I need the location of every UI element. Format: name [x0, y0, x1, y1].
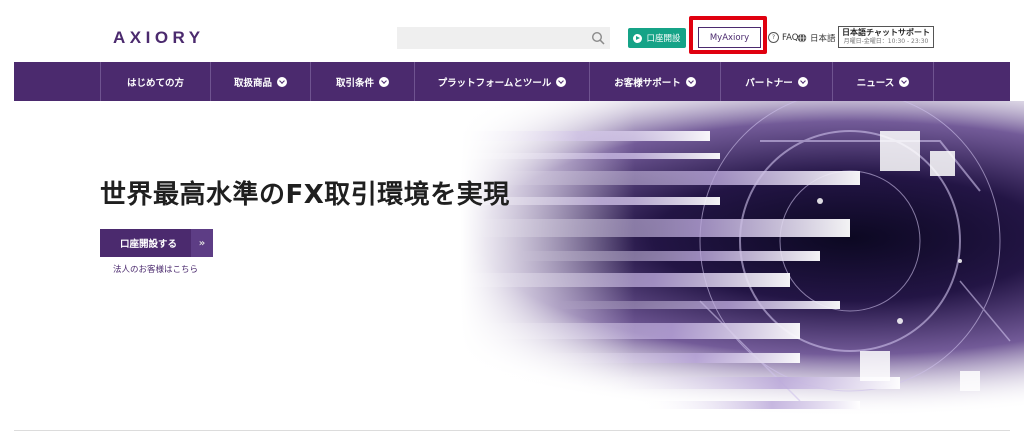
- nav-item-label: 取引条件: [335, 77, 374, 89]
- divider: [14, 430, 1010, 431]
- nav-items: はじめての方 取扱商品 取引条件 プラットフォームとツール お客様サポート パー…: [100, 62, 934, 101]
- hero-heading: 世界最高水準のFX取引環境を実現: [100, 180, 510, 210]
- chevron-down-icon: [379, 76, 389, 87]
- chevron-down-icon: [899, 76, 910, 87]
- main-nav: はじめての方 取扱商品 取引条件 プラットフォームとツール お客様サポート パー…: [14, 62, 1010, 101]
- nav-item-products[interactable]: 取扱商品: [210, 62, 310, 101]
- nav-item-news[interactable]: ニュース: [832, 62, 934, 101]
- nav-item-label: お客様サポート: [614, 77, 681, 89]
- chevron-down-icon: [556, 76, 567, 87]
- nav-item-label: パートナー: [745, 77, 793, 89]
- chat-support-title: 日本語チャットサポート: [842, 28, 930, 37]
- nav-item-beginners[interactable]: はじめての方: [100, 62, 210, 101]
- nav-item-support[interactable]: お客様サポート: [589, 62, 720, 101]
- hero-banner: 世界最高水準のFX取引環境を実現 口座開設する » 法人のお客様はこちら: [0, 101, 1024, 427]
- chevron-down-icon: [685, 76, 696, 87]
- search-input[interactable]: [397, 27, 610, 49]
- language-selector[interactable]: 日本語: [797, 32, 836, 44]
- open-account-label: 口座開設: [646, 34, 681, 44]
- nav-item-platforms[interactable]: プラットフォームとツール: [414, 62, 589, 101]
- site-header: AXIORY 口座開設 MyAxiory ? FAQ 日本語 日本語チャットサポ…: [0, 0, 1024, 62]
- nav-item-conditions[interactable]: 取引条件: [310, 62, 414, 101]
- nav-item-label: はじめての方: [126, 77, 184, 89]
- search-icon[interactable]: [591, 31, 605, 45]
- axiory-logo[interactable]: AXIORY: [113, 28, 205, 48]
- question-icon: ?: [768, 32, 779, 43]
- myaxiory-button[interactable]: MyAxiory: [698, 27, 761, 48]
- globe-icon: [797, 33, 807, 43]
- open-account-button[interactable]: 口座開設: [628, 28, 686, 48]
- chevron-down-icon: [797, 76, 808, 87]
- faq-label: FAQ: [782, 32, 799, 43]
- play-icon: [633, 33, 643, 43]
- chat-support-hours: 月曜日-金曜日：10:30 - 23:30: [843, 38, 929, 45]
- language-label: 日本語: [810, 34, 836, 44]
- chevron-down-icon: [277, 76, 287, 87]
- chat-support-button[interactable]: 日本語チャットサポート 月曜日-金曜日：10:30 - 23:30: [838, 26, 934, 48]
- open-account-cta-button[interactable]: 口座開設する »: [100, 229, 213, 257]
- nav-item-partners[interactable]: パートナー: [720, 62, 832, 101]
- nav-item-label: ニュース: [856, 77, 895, 89]
- cta-label: 口座開設する: [119, 239, 177, 250]
- faq-link[interactable]: ? FAQ: [768, 32, 798, 43]
- corporate-clients-link[interactable]: 法人のお客様はこちら: [113, 263, 198, 275]
- nav-item-label: プラットフォームとツール: [437, 77, 552, 89]
- double-chevron-right-icon: »: [191, 229, 213, 257]
- nav-item-label: 取扱商品: [233, 77, 272, 89]
